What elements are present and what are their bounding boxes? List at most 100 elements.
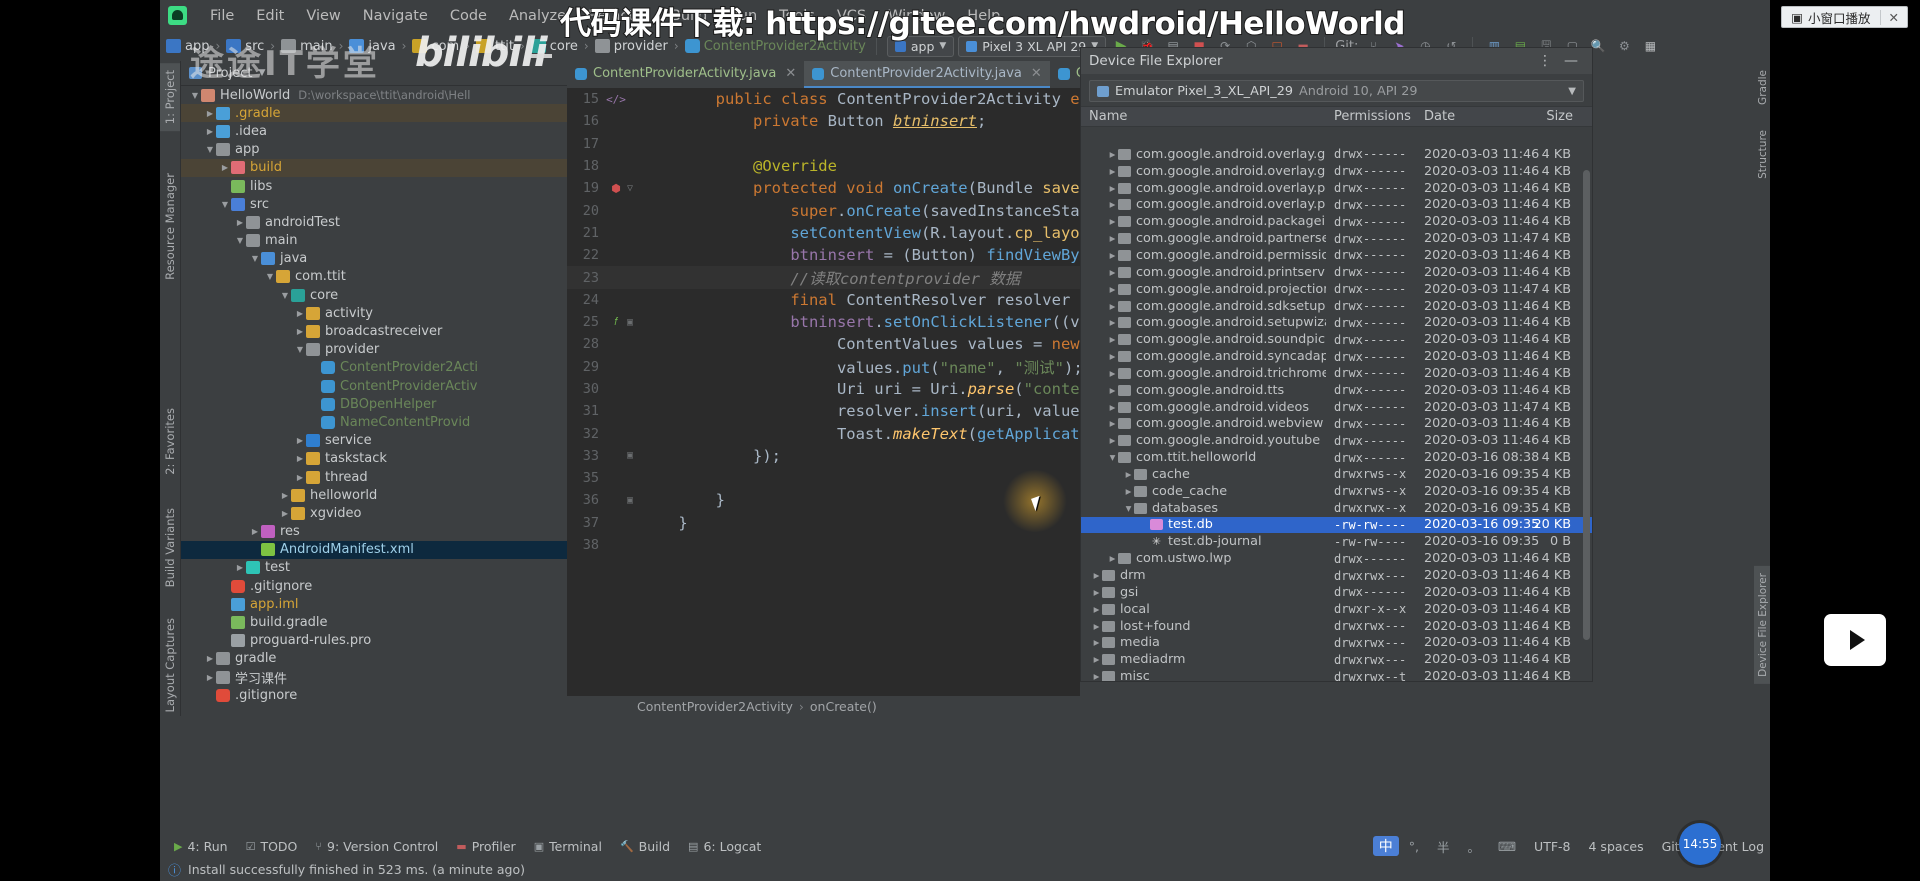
bottom-tab-build[interactable]: 🔨 Build — [612, 838, 678, 855]
editor-breadcrumb-class[interactable]: ContentProvider2Activity — [637, 699, 793, 714]
twisty-collapsed-icon[interactable]: ▶ — [249, 527, 261, 536]
code-line[interactable]: 20 super.onCreate(savedInstanceState); — [567, 199, 1080, 221]
video-play-overlay-button[interactable] — [1824, 614, 1886, 666]
close-tab-icon[interactable]: ✕ — [785, 66, 796, 81]
project-tree-row[interactable]: ▼ main — [181, 232, 567, 250]
code-line[interactable]: 15 </> public class ContentProvider2Activ… — [567, 88, 1080, 110]
twisty-collapsed-icon[interactable]: ▶ — [219, 163, 231, 172]
twisty-collapsed-icon[interactable]: ▶ — [1107, 554, 1118, 563]
project-tree-row[interactable]: ▶ test — [181, 559, 567, 577]
device-file-row[interactable]: ▶ drm drwxrwx--- 2020-03-03 11:46 4 KB — [1081, 567, 1592, 584]
ime-punct-icon[interactable]: 。 — [1459, 836, 1488, 857]
column-header-permissions[interactable]: Permissions — [1326, 109, 1416, 124]
device-file-row[interactable]: ▼ databases drwxrwx--x 2020-03-16 09:35 4 KB — [1081, 500, 1592, 517]
device-file-row[interactable]: ▶ com.google.android.partnersetup drwx----… — [1081, 230, 1592, 247]
tool-tab-resource-manager[interactable]: Resource Manager — [160, 166, 180, 287]
twisty-collapsed-icon[interactable]: ▶ — [1107, 184, 1118, 193]
twisty-collapsed-icon[interactable]: ▶ — [204, 109, 216, 118]
twisty-collapsed-icon[interactable]: ▶ — [1123, 470, 1134, 479]
twisty-collapsed-icon[interactable]: ▶ — [1107, 386, 1118, 395]
twisty-expanded-icon[interactable]: ▼ — [189, 91, 201, 100]
twisty-collapsed-icon[interactable]: ▶ — [294, 473, 306, 482]
twisty-collapsed-icon[interactable]: ▶ — [204, 654, 216, 663]
project-tree-row[interactable]: ContentProvider2Acti — [181, 359, 567, 377]
device-file-row[interactable]: ▶ media drwxrwx--- 2020-03-03 11:46 4 KB — [1081, 634, 1592, 651]
tool-tab-favorites[interactable]: 2: Favorites — [160, 401, 180, 482]
twisty-collapsed-icon[interactable]: ▶ — [1107, 419, 1118, 428]
twisty-collapsed-icon[interactable]: ▶ — [294, 309, 306, 318]
twisty-collapsed-icon[interactable]: ▶ — [1107, 217, 1118, 226]
bottom-tab-logcat[interactable]: ▤ 6: Logcat — [680, 838, 769, 855]
close-tab-icon[interactable]: ✕ — [1031, 66, 1042, 81]
project-tree-row[interactable]: NameContentProvid — [181, 413, 567, 431]
twisty-collapsed-icon[interactable]: ▶ — [1091, 638, 1102, 647]
ime-mode-icon[interactable]: 半 — [1429, 836, 1458, 857]
project-tree-row[interactable]: .gitignore — [181, 686, 567, 704]
device-file-row[interactable]: ▶ com.google.android.overlay.permis drwx--… — [1081, 180, 1592, 197]
twisty-collapsed-icon[interactable]: ▶ — [1123, 487, 1134, 496]
device-file-row[interactable]: ▶ com.google.android.tts drwx------ 2020-03… — [1081, 382, 1592, 399]
code-line[interactable]: 22 btninsert = (Button) findViewById(R.i… — [567, 244, 1080, 266]
twisty-collapsed-icon[interactable]: ▶ — [1107, 200, 1118, 209]
device-file-row[interactable]: ▶ com.google.android.permissioncon drwx---… — [1081, 247, 1592, 264]
twisty-collapsed-icon[interactable]: ▶ — [1107, 335, 1118, 344]
project-tree-row[interactable]: ▶ thread — [181, 468, 567, 486]
twisty-collapsed-icon[interactable]: ▶ — [1091, 655, 1102, 664]
device-file-scrollbar[interactable] — [1582, 146, 1591, 679]
project-tree-row[interactable]: ▶ .idea — [181, 122, 567, 140]
twisty-collapsed-icon[interactable]: ▶ — [279, 509, 291, 518]
project-tree-row[interactable]: ▶ taskstack — [181, 450, 567, 468]
project-tree-row[interactable]: ▶ 学习课件 — [181, 668, 567, 687]
twisty-expanded-icon[interactable]: ▼ — [249, 254, 261, 263]
project-tree-row[interactable]: app.iml — [181, 595, 567, 613]
twisty-expanded-icon[interactable]: ▼ — [1107, 453, 1118, 462]
editor-code-area[interactable]: 15 </> public class ContentProvider2Activ… — [567, 88, 1080, 696]
code-line[interactable]: 21 setContentView(R.layout.cp_layout2); — [567, 222, 1080, 244]
code-line[interactable]: 30 Uri uri = Uri.parse("content: — [567, 378, 1080, 400]
code-line[interactable]: 18 @Override — [567, 155, 1080, 177]
device-file-row[interactable]: ▶ com.google.android.videos drwx------ 2020… — [1081, 399, 1592, 416]
device-file-row[interactable]: ▶ com.google.android.setupwizard drwx-----… — [1081, 314, 1592, 331]
minimize-icon[interactable]: — — [1558, 53, 1584, 69]
code-line[interactable]: 23 //读取contentprovider 数据 — [567, 266, 1080, 289]
ime-indicator[interactable]: 中 — [1372, 836, 1399, 856]
chevron-down-icon[interactable]: ▼ — [1568, 86, 1576, 97]
code-line[interactable]: 31 resolver.insert(uri, values); — [567, 400, 1080, 422]
project-tree-row[interactable]: .gitignore — [181, 577, 567, 595]
project-tree[interactable]: ▼ HelloWorld D:\workspace\ttit\android\Hel… — [181, 86, 567, 716]
code-fold-handle[interactable]: ▣ — [627, 495, 641, 506]
column-header-size[interactable]: Size — [1521, 109, 1581, 124]
bottom-tab-run[interactable]: ▶ 4: Run — [166, 838, 236, 855]
code-fold-handle[interactable]: ▣ — [627, 450, 641, 461]
project-tree-row[interactable]: ▶ activity — [181, 304, 567, 322]
device-file-row[interactable]: ▶ local drwxr-x--x 2020-03-03 11:46 4 KB — [1081, 601, 1592, 618]
project-tree-row[interactable]: ▶ gradle — [181, 650, 567, 668]
device-file-row[interactable]: ▶ com.google.android.overlay.google drwx--… — [1081, 146, 1592, 163]
bottom-tab-version-control[interactable]: ⑂ 9: Version Control — [307, 838, 446, 855]
code-line[interactable]: 38 — [567, 534, 1080, 556]
twisty-collapsed-icon[interactable]: ▶ — [1091, 622, 1102, 631]
menu-item-code[interactable]: Code — [439, 6, 498, 26]
device-file-row[interactable]: ▶ mediadrm drwxrwx--- 2020-03-03 11:46 4 KB — [1081, 651, 1592, 668]
clock-badge[interactable]: 14:55 — [1679, 823, 1721, 865]
twisty-expanded-icon[interactable]: ▼ — [294, 345, 306, 354]
project-tree-row[interactable]: ContentProviderActiv — [181, 377, 567, 395]
twisty-collapsed-icon[interactable]: ▶ — [1091, 672, 1102, 681]
settings-button[interactable]: ⚙ — [1613, 36, 1635, 57]
device-file-row[interactable]: ▶ com.google.android.sdksetup drwx------ 20… — [1081, 298, 1592, 315]
device-file-row[interactable]: ▶ com.google.android.soundpicker drwx-----… — [1081, 331, 1592, 348]
device-file-row[interactable]: ✳ test.db-journal -rw-rw---- 2020-03-16 09:… — [1081, 533, 1592, 550]
project-tree-row[interactable]: ▼ com.ttit — [181, 268, 567, 286]
code-fold-handle[interactable]: ▽ — [627, 183, 641, 194]
project-tree-row[interactable]: ▶ helloworld — [181, 486, 567, 504]
project-tree-row[interactable]: DBOpenHelper — [181, 395, 567, 413]
column-header-date[interactable]: Date — [1416, 109, 1521, 124]
code-line[interactable]: 17 — [567, 133, 1080, 155]
device-file-row[interactable]: ▶ com.google.android.projection.gea drwx--… — [1081, 281, 1592, 298]
device-file-row[interactable]: ▶ com.google.android.overlay.google drwx--… — [1081, 163, 1592, 180]
project-tree-row[interactable]: proguard-rules.pro — [181, 632, 567, 650]
twisty-collapsed-icon[interactable]: ▶ — [1107, 302, 1118, 311]
menu-item-edit[interactable]: Edit — [245, 6, 295, 26]
pip-button[interactable]: ▣ 小窗口播放 — [1782, 8, 1879, 27]
code-line[interactable]: 33 ▣ }); — [567, 445, 1080, 467]
